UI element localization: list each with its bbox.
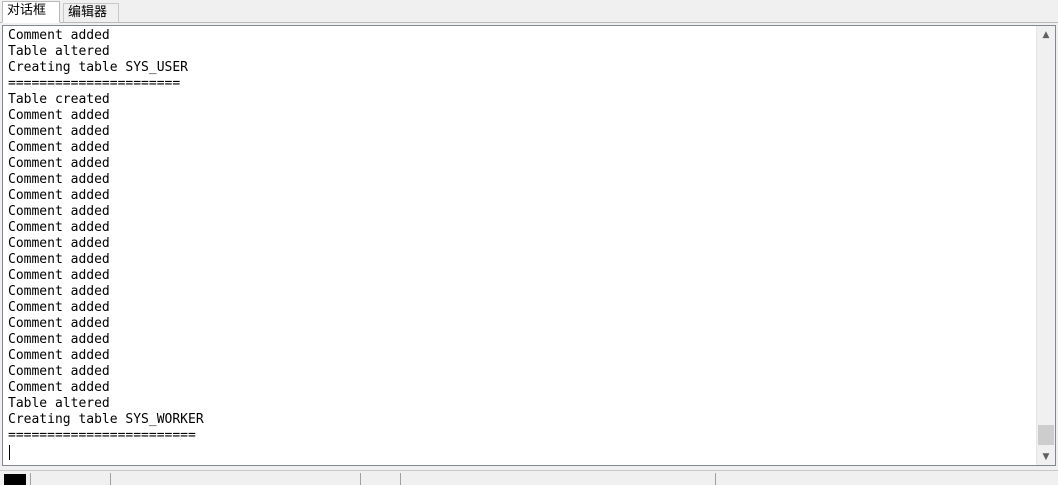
output-line: Comment added <box>8 172 110 187</box>
status-bar <box>0 470 1058 485</box>
output-line: Comment added <box>8 220 110 235</box>
status-divider <box>715 473 716 485</box>
output-line: Creating table SYS_WORKER <box>8 412 204 427</box>
output-line: Table altered <box>8 396 110 411</box>
output-pane[interactable]: Comment added Table altered Creating table… <box>2 25 1056 466</box>
cursor-line[interactable] <box>8 444 1033 460</box>
output-line: Comment added <box>8 124 110 139</box>
output-line: ======================== <box>8 428 196 443</box>
output-line: Comment added <box>8 156 110 171</box>
status-divider <box>400 473 401 485</box>
tab-bar: 对话框 编辑器 <box>0 0 1058 23</box>
tab-editor[interactable]: 编辑器 <box>63 3 119 22</box>
output-line: Table altered <box>8 44 110 59</box>
output-line: Table created <box>8 92 110 107</box>
text-cursor <box>9 445 10 460</box>
output-line: ====================== <box>8 76 181 91</box>
output-line: Comment added <box>8 268 110 283</box>
status-divider <box>360 473 361 485</box>
output-text: Comment added Table altered Creating table… <box>8 28 1033 460</box>
output-line: Comment added <box>8 364 110 379</box>
output-line: Comment added <box>8 316 110 331</box>
status-divider <box>30 473 31 485</box>
scroll-up-icon[interactable]: ▲ <box>1037 26 1055 43</box>
status-color-swatch <box>4 474 26 485</box>
scroll-thumb[interactable] <box>1038 425 1054 445</box>
tab-dialog[interactable]: 对话框 <box>2 1 60 23</box>
output-line: Comment added <box>8 108 110 123</box>
scroll-down-icon[interactable]: ▼ <box>1037 448 1055 465</box>
output-line: Comment added <box>8 284 110 299</box>
output-line: Comment added <box>8 380 110 395</box>
output-line: Comment added <box>8 188 110 203</box>
vertical-scrollbar[interactable]: ▲ ▼ <box>1036 26 1055 465</box>
output-line: Comment added <box>8 204 110 219</box>
output-line: Creating table SYS_USER <box>8 60 189 75</box>
output-line: Comment added <box>8 348 110 363</box>
status-divider <box>110 473 111 485</box>
output-line: Comment added <box>8 332 110 347</box>
output-line: Comment added <box>8 140 110 155</box>
output-line: Comment added <box>8 300 110 315</box>
output-line: Comment added <box>8 252 110 267</box>
output-line: Comment added <box>8 28 110 43</box>
output-line: Comment added <box>8 236 110 251</box>
